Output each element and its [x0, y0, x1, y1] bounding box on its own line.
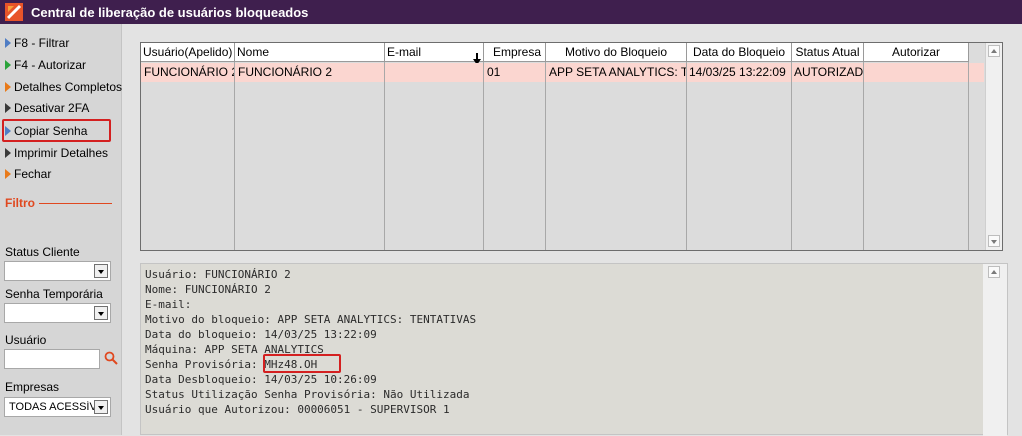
cell-nome: FUNCIONÁRIO 2	[238, 65, 333, 79]
window-title: Central de liberação de usuários bloquea…	[31, 4, 309, 20]
column-divider	[686, 62, 687, 250]
close-label: Fechar	[14, 167, 52, 181]
triangle-right-icon	[5, 38, 11, 48]
close-button[interactable]: Fechar	[5, 164, 51, 184]
column-header[interactable]: Motivo do Bloqueio	[546, 43, 687, 62]
column-divider	[384, 62, 385, 250]
column-header[interactable]: Usuário(Apelido)	[141, 43, 235, 62]
scroll-up-icon[interactable]	[988, 45, 1000, 57]
triangle-right-icon	[5, 126, 11, 136]
column-divider	[545, 62, 546, 250]
print-details-label: Imprimir Detalhes	[14, 146, 109, 160]
detail-line: Data Desbloqueio: 14/03/25 10:26:09	[145, 373, 377, 386]
chevron-down-icon[interactable]	[94, 400, 108, 414]
filter-divider	[39, 203, 112, 204]
copy-password-label: Copiar Senha	[14, 124, 88, 138]
cell-data-bloqueio: 14/03/25 13:22:09	[689, 65, 786, 79]
details-scrollbar[interactable]	[983, 264, 1007, 436]
detail-line: Data do bloqueio: 14/03/25 13:22:09	[145, 328, 377, 341]
column-header[interactable]: Data do Bloqueio	[687, 43, 792, 62]
details-panel[interactable]: Usuário: FUNCIONÁRIO 2 Nome: FUNCIONÁRIO…	[140, 263, 1008, 436]
disable-2fa-label: Desativar 2FA	[14, 101, 90, 115]
cell-status: AUTORIZADO	[794, 65, 864, 79]
usuario-label: Usuário	[5, 333, 47, 347]
authorize-label: F4 - Autorizar	[14, 58, 87, 72]
column-divider	[234, 62, 235, 250]
column-header[interactable]: Autorizar	[864, 43, 969, 62]
empresas-value: TODAS ACESSÍVEIS	[9, 401, 95, 413]
triangle-right-icon	[5, 60, 11, 70]
empresas-select[interactable]: TODAS ACESSÍVEIS	[4, 397, 111, 417]
copy-password-button[interactable]: Copiar Senha	[5, 121, 87, 141]
filter-button[interactable]: F8 - Filtrar	[5, 33, 69, 53]
detail-line: E-mail:	[145, 298, 192, 311]
chevron-down-icon[interactable]	[94, 306, 108, 320]
usuario-input[interactable]	[4, 349, 100, 369]
detail-line: Usuário: FUNCIONÁRIO 2	[145, 268, 291, 281]
column-divider	[863, 62, 864, 250]
column-divider	[483, 62, 484, 250]
cell-empresa: 01	[487, 65, 501, 79]
column-divider	[968, 62, 969, 250]
cell-autorizar[interactable]	[864, 63, 969, 82]
detail-line: Status Utilização Senha Provisória: Não …	[145, 388, 470, 401]
filter-section-title: Filtro	[5, 196, 35, 210]
status-cliente-label: Status Cliente	[5, 245, 80, 259]
senha-temporaria-select[interactable]	[4, 303, 111, 323]
full-details-label: Detalhes Completos	[14, 80, 123, 94]
cell-motivo: APP SETA ANALYTICS: TENTATIVAS	[549, 65, 687, 79]
column-divider	[791, 62, 792, 250]
disable-2fa-button[interactable]: Desativar 2FA	[5, 98, 89, 118]
triangle-right-icon	[5, 103, 11, 113]
blocked-users-grid: Usuário(Apelido) Nome E-mail Empresa Mot…	[140, 42, 1003, 251]
chevron-down-icon[interactable]	[94, 264, 108, 278]
cell-usuario: FUNCIONÁRIO 2	[144, 65, 235, 79]
app-logo-icon	[5, 3, 23, 21]
senha-temporaria-label: Senha Temporária	[5, 287, 103, 301]
detail-line: Usuário que Autorizou: 00006051 - SUPERV…	[145, 403, 450, 416]
detail-line: Nome: FUNCIONÁRIO 2	[145, 283, 271, 296]
authorize-button[interactable]: F4 - Autorizar	[5, 55, 86, 75]
cell-email	[385, 63, 484, 82]
column-header-label: Empresa	[492, 45, 541, 59]
full-details-button[interactable]: Detalhes Completos	[5, 77, 122, 97]
scroll-down-icon[interactable]	[988, 235, 1000, 247]
table-row[interactable]: FUNCIONÁRIO 2 FUNCIONÁRIO 2 01 APP SETA …	[141, 63, 984, 82]
column-header[interactable]: Empresa	[484, 43, 546, 62]
temporary-password-highlight	[263, 354, 341, 373]
sidebar: F8 - Filtrar F4 - Autorizar Detalhes Com…	[0, 24, 122, 435]
scroll-up-icon[interactable]	[988, 266, 1000, 278]
column-header[interactable]: Status Atual	[792, 43, 864, 62]
title-bar: Central de liberação de usuários bloquea…	[0, 0, 1022, 24]
filter-label: F8 - Filtrar	[14, 36, 70, 50]
print-details-button[interactable]: Imprimir Detalhes	[5, 143, 108, 163]
triangle-right-icon	[5, 82, 11, 92]
column-header[interactable]: E-mail	[385, 43, 484, 62]
triangle-right-icon	[5, 148, 11, 158]
column-header[interactable]: Nome	[235, 43, 385, 62]
grid-header: Usuário(Apelido) Nome E-mail Empresa Mot…	[141, 43, 969, 62]
empresas-label: Empresas	[5, 380, 60, 394]
grid-scrollbar[interactable]	[985, 43, 1002, 250]
search-icon[interactable]	[104, 351, 118, 368]
detail-line: Motivo do bloqueio: APP SETA ANALYTICS: …	[145, 313, 477, 326]
status-cliente-select[interactable]	[4, 261, 111, 281]
triangle-right-icon	[5, 169, 11, 179]
